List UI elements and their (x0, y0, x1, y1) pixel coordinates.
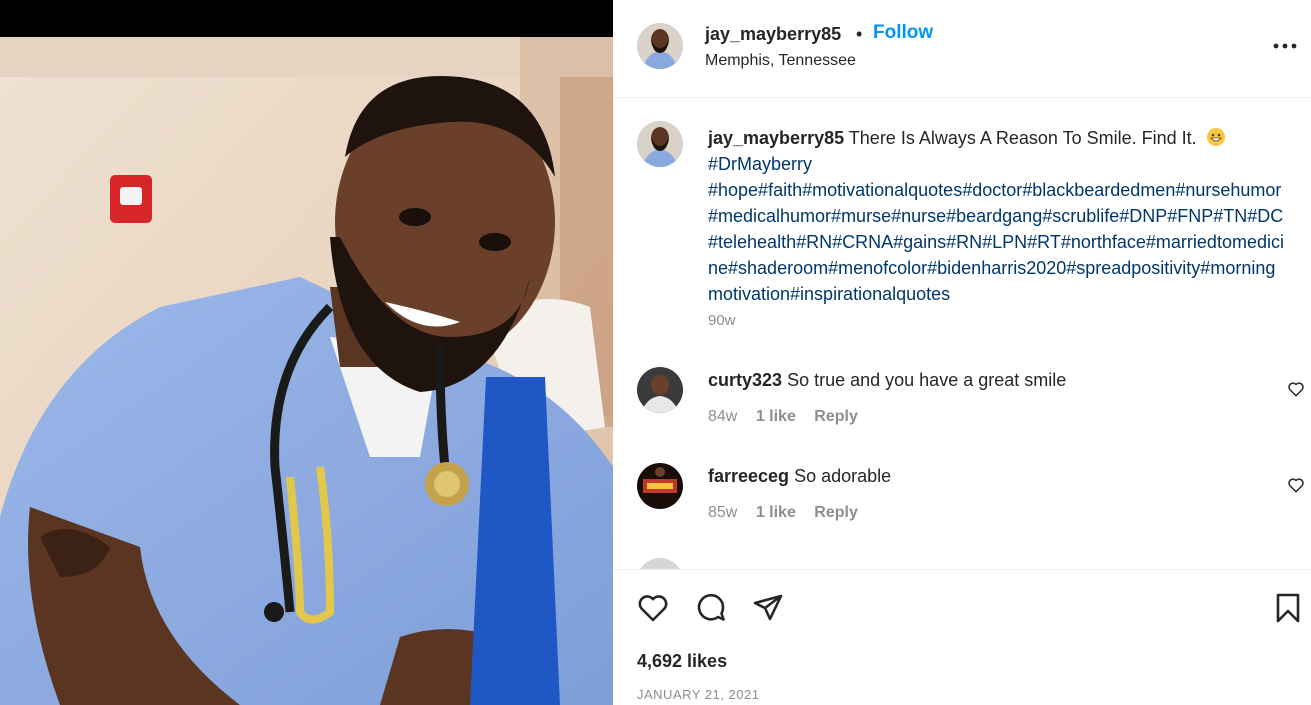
comment-like-button[interactable] (1287, 476, 1305, 494)
separator-dot: • (856, 24, 863, 44)
caption-avatar[interactable] (637, 121, 683, 167)
share-button[interactable] (751, 591, 785, 625)
author-avatar[interactable] (637, 23, 683, 69)
next-comment-avatar[interactable] (637, 558, 683, 569)
avatar-image (637, 463, 683, 509)
comment-item: farreeceg So adorable 85w 1 like Reply (613, 463, 1311, 543)
comment-line: curty323 So true and you have a great sm… (708, 370, 1066, 391)
comment-username[interactable]: farreeceg (708, 466, 789, 486)
save-button[interactable] (1271, 591, 1305, 625)
hashtag-list[interactable]: #hope#faith#motivationalquotes#doctor#bl… (708, 180, 1284, 304)
comment-reply-button[interactable]: Reply (814, 504, 858, 521)
hashtag-dr-mayberry[interactable]: #DrMayberry (708, 154, 812, 174)
avatar-image (637, 23, 683, 69)
caption-body: There Is Always A Reason To Smile. Find … (848, 128, 1197, 148)
comment-like-button[interactable] (1287, 380, 1305, 398)
avatar-image (637, 121, 683, 167)
comment-button[interactable] (694, 591, 728, 625)
comment-likes[interactable]: 1 like (756, 504, 796, 521)
post-header: jay_mayberry85 • Follow Memphis, Tenness… (613, 0, 1311, 98)
grinning-face-emoji-icon (1206, 128, 1225, 146)
post-location[interactable]: Memphis, Tennessee (705, 52, 856, 70)
more-options-button[interactable] (1271, 34, 1299, 58)
author-username[interactable]: jay_mayberry85 (705, 24, 841, 45)
caption-username[interactable]: jay_mayberry85 (708, 128, 844, 148)
comments-scroll-area[interactable]: jay_mayberry85 There Is Always A Reason … (613, 99, 1311, 569)
post-actions: 4,692 likes JANUARY 21, 2021 (613, 569, 1311, 705)
post-caption: jay_mayberry85 There Is Always A Reason … (708, 125, 1285, 307)
photo-letterbox (0, 0, 613, 37)
avatar-image (637, 367, 683, 413)
post-sidebar: jay_mayberry85 • Follow Memphis, Tenness… (613, 0, 1311, 705)
comment-line: farreeceg So adorable (708, 466, 891, 487)
post-photo-panel (0, 0, 613, 705)
comment-text: So adorable (794, 466, 892, 486)
heart-icon (638, 595, 668, 622)
bookmark-icon (1276, 593, 1300, 623)
follow-button[interactable]: Follow (873, 22, 933, 44)
more-horizontal-icon (1273, 43, 1297, 49)
photo-illustration (0, 37, 613, 705)
comment-item: curty323 So true and you have a great sm… (613, 367, 1311, 447)
comment-likes[interactable]: 1 like (756, 408, 796, 425)
comment-bubble-icon (697, 593, 725, 621)
post-date[interactable]: JANUARY 21, 2021 (637, 687, 759, 702)
comment-time[interactable]: 85w (708, 504, 737, 521)
comment-text: So true and you have a great smile (787, 370, 1067, 390)
post-photo[interactable] (0, 37, 613, 705)
comment-meta: 84w 1 like Reply (708, 408, 872, 426)
comment-reply-button[interactable]: Reply (814, 408, 858, 425)
paper-plane-icon (753, 594, 783, 621)
comment-time[interactable]: 84w (708, 408, 737, 425)
comment-meta: 85w 1 like Reply (708, 504, 872, 522)
likes-count[interactable]: 4,692 likes (637, 651, 727, 672)
like-button[interactable] (636, 591, 670, 625)
commenter-avatar[interactable] (637, 367, 683, 413)
heart-icon (1288, 382, 1304, 397)
commenter-avatar[interactable] (637, 463, 683, 509)
heart-icon (1288, 478, 1304, 493)
caption-timestamp[interactable]: 90w (708, 312, 736, 329)
comment-username[interactable]: curty323 (708, 370, 782, 390)
